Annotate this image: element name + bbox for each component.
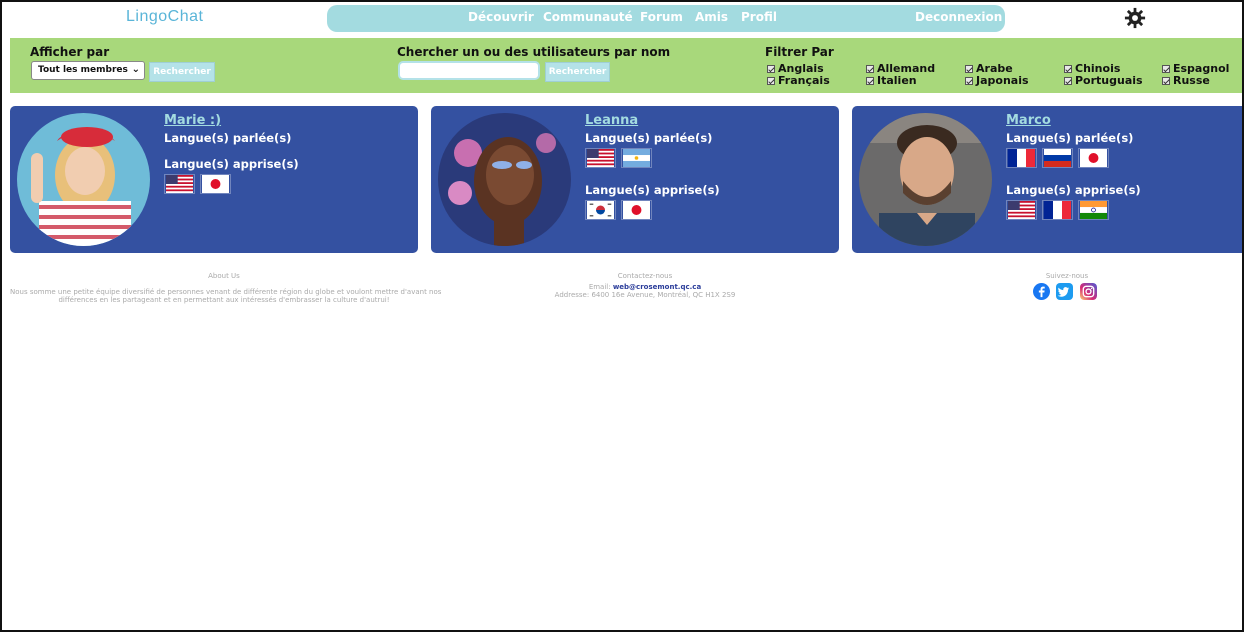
filter-by-label: Filtrer Par <box>765 45 834 59</box>
usa-flag-icon <box>1006 200 1037 220</box>
members-select-value: Tout les membres <box>38 65 128 75</box>
app-logo[interactable]: LingoChat <box>126 8 203 26</box>
footer-about-title: About Us <box>208 272 240 280</box>
spoken-languages-label: Langue(s) parlée(s) <box>164 131 292 145</box>
india-flag-icon <box>1078 200 1109 220</box>
korea-flag-icon <box>585 200 616 220</box>
footer-email-label: Email: <box>588 283 611 291</box>
instagram-icon[interactable] <box>1080 283 1097 300</box>
japan-flag-icon <box>621 200 652 220</box>
user-card-marie[interactable]: Marie :) Langue(s) parlée(s) Langue(s) a… <box>10 106 418 253</box>
user-card-leanna[interactable]: Leanna Langue(s) parlée(s) Langue(s) app… <box>431 106 839 253</box>
checkbox-checked[interactable] <box>1162 64 1170 73</box>
checkbox-checked[interactable] <box>1162 76 1170 85</box>
learned-flags <box>585 200 652 220</box>
nav-communaute[interactable]: Communauté <box>543 10 633 24</box>
checkbox-checked[interactable] <box>866 76 874 85</box>
spoken-flags <box>585 148 652 168</box>
filter-italien[interactable]: Italien <box>866 74 917 87</box>
display-by-label: Afficher par <box>30 45 110 59</box>
display-search-button[interactable]: Rechercher <box>149 62 215 82</box>
filter-russe[interactable]: Russe <box>1162 74 1210 87</box>
main-navbar: Découvrir Communauté Forum Amis Profil D… <box>327 5 1005 32</box>
name-search-button[interactable]: Rechercher <box>545 62 610 82</box>
gear-icon[interactable] <box>1124 7 1146 29</box>
footer-about-line1: Nous somme une petite équipe diversifié … <box>10 288 442 296</box>
user-name-link[interactable]: Marie :) <box>164 113 221 128</box>
spoken-languages-label: Langue(s) parlée(s) <box>1006 131 1134 145</box>
members-select[interactable]: Tout les membres ⌄ <box>31 61 145 80</box>
facebook-icon[interactable] <box>1033 283 1050 300</box>
footer-follow-title: Suivez-nous <box>1045 272 1089 280</box>
checkbox-checked[interactable] <box>965 64 973 73</box>
checkbox-checked[interactable] <box>1064 76 1072 85</box>
avatar[interactable] <box>17 113 150 246</box>
spoken-languages-label: Langue(s) parlée(s) <box>585 131 713 145</box>
twitter-icon[interactable] <box>1056 283 1073 300</box>
user-name-link[interactable]: Leanna <box>585 113 638 128</box>
france-flag-icon <box>1006 148 1037 168</box>
filter-portuguais[interactable]: Portuguais <box>1064 74 1143 87</box>
learned-languages-label: Langue(s) apprise(s) <box>1006 183 1141 197</box>
user-card-marco[interactable]: Marco Langue(s) parlée(s) Langue(s) appr… <box>852 106 1242 253</box>
checkbox-checked[interactable] <box>767 64 775 73</box>
page-frame <box>0 0 1244 632</box>
learned-languages-label: Langue(s) apprise(s) <box>585 183 720 197</box>
nav-profil[interactable]: Profil <box>741 10 777 24</box>
footer-address: Addresse: 6400 16e Avenue, Montréal, QC … <box>554 291 736 299</box>
argentina-flag-icon <box>621 148 652 168</box>
russia-flag-icon <box>1042 148 1073 168</box>
user-search-input[interactable] <box>398 61 540 80</box>
usa-flag-icon <box>164 174 195 194</box>
logout-link[interactable]: Deconnexion <box>915 10 1002 24</box>
footer-contact-title: Contactez-nous <box>617 272 673 280</box>
footer-email-row: Email: web@crosemont.qc.ca <box>520 283 770 291</box>
search-label: Chercher un ou des utilisateurs par nom <box>397 45 671 59</box>
france-flag-icon <box>1042 200 1073 220</box>
footer-about-line2: différences en les partageant et en perm… <box>58 296 390 304</box>
avatar[interactable] <box>859 113 992 246</box>
japan-flag-icon <box>200 174 231 194</box>
user-name-link[interactable]: Marco <box>1006 113 1051 128</box>
checkbox-checked[interactable] <box>1064 64 1072 73</box>
learned-flags <box>1006 200 1109 220</box>
usa-flag-icon <box>585 148 616 168</box>
filter-francais[interactable]: Français <box>767 74 830 87</box>
nav-amis[interactable]: Amis <box>695 10 728 24</box>
checkbox-checked[interactable] <box>767 76 775 85</box>
japan-flag-icon <box>1078 148 1109 168</box>
footer-email-link[interactable]: web@crosemont.qc.ca <box>613 283 701 291</box>
nav-forum[interactable]: Forum <box>640 10 683 24</box>
learned-languages-label: Langue(s) apprise(s) <box>164 157 299 171</box>
filter-japonais[interactable]: Japonais <box>965 74 1029 87</box>
chevron-down-icon: ⌄ <box>131 64 140 75</box>
checkbox-checked[interactable] <box>866 64 874 73</box>
checkbox-checked[interactable] <box>965 76 973 85</box>
learned-flags <box>164 174 231 194</box>
avatar[interactable] <box>438 113 571 246</box>
filter-bar: Afficher par Tout les membres ⌄ Recherch… <box>10 38 1242 93</box>
nav-decouvrir[interactable]: Découvrir <box>468 10 534 24</box>
spoken-flags <box>1006 148 1109 168</box>
